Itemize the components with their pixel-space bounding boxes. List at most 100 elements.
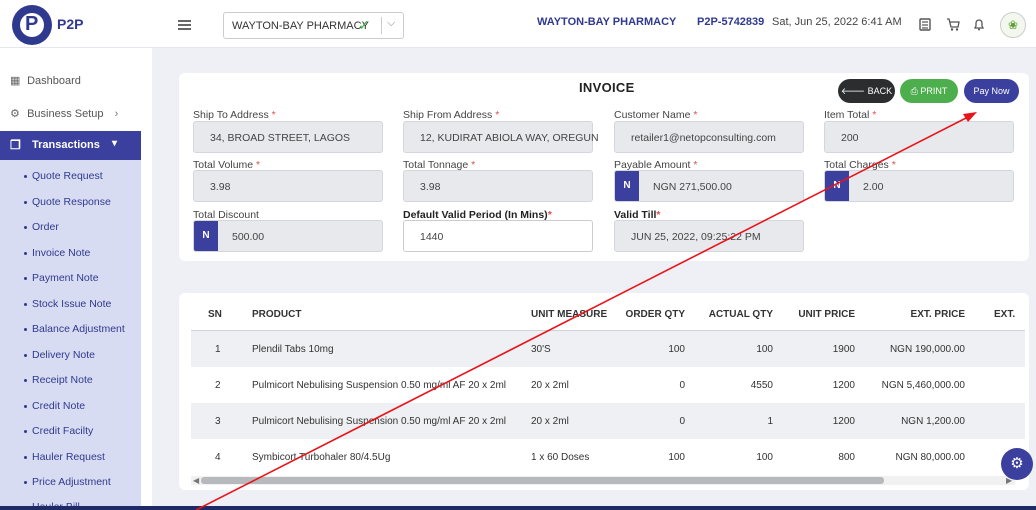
pharmacy-select[interactable]: WAYTON-BAY PHARMACY ✓ ⌵ — [223, 12, 404, 39]
ship-from-label: Ship From Address * — [403, 109, 500, 121]
cell-order-qty: 100 — [668, 344, 685, 355]
col-header-actual-qty: ACTUAL QTY — [708, 309, 773, 320]
cell-ext-price: NGN 190,000.00 — [889, 344, 965, 355]
cart-icon[interactable] — [946, 18, 960, 31]
transactions-submenu: Quote Request Quote Response Order Invoi… — [0, 160, 141, 510]
sidebar-item-label: Dashboard — [27, 75, 81, 87]
col-header-sn: SN — [208, 309, 222, 320]
total-discount-field[interactable]: N 500.00 — [193, 220, 383, 252]
invoice-card: INVOICE 🡐 BACK ⎙ PRINT Pay Now Ship To A… — [179, 73, 1029, 261]
col-header-ext-price: EXT. PRICE — [910, 309, 965, 320]
cell-sn: 3 — [215, 416, 221, 427]
table-row[interactable]: 4 Symbicort Turbohaler 80/4.5Ug 1 x 60 D… — [191, 439, 1025, 475]
customer-name-field[interactable]: retailer1@netopconsulting.com — [614, 121, 804, 153]
valid-till-field[interactable]: JUN 25, 2022, 09:25:22 PM — [614, 220, 804, 252]
cell-product: Symbicort Turbohaler 80/4.5Ug — [252, 452, 391, 463]
print-button[interactable]: ⎙ PRINT — [900, 79, 958, 103]
table-row[interactable]: 1 Plendil Tabs 10mg 30'S 100 100 1900 NG… — [191, 331, 1025, 367]
cell-unit-price: 1200 — [832, 416, 855, 427]
grid-icon: ▦ — [10, 75, 21, 87]
sidebar-subitem-quote-response[interactable]: Quote Response — [24, 196, 111, 208]
print-button-label: PRINT — [920, 86, 948, 96]
gear-icon: ⚙ — [1010, 455, 1024, 472]
cell-product: Pulmicort Nebulising Suspension 0.50 mg/… — [252, 380, 507, 391]
sidebar-subitem-stock-issue-note[interactable]: Stock Issue Note — [23, 298, 111, 310]
sidebar-subitem-quote-request[interactable]: Quote Request — [24, 170, 103, 182]
cell-unit-measure: 20 x 2ml — [531, 416, 569, 427]
cell-ext-price: NGN 80,000.00 — [895, 452, 966, 463]
avatar[interactable]: ❀ — [1000, 12, 1026, 38]
ship-to-label: Ship To Address * — [193, 109, 276, 121]
cell-product: Plendil Tabs 10mg — [252, 344, 334, 355]
sidebar-subitem-hauler-request[interactable]: Hauler Request — [24, 451, 105, 463]
cell-sn: 4 — [215, 452, 221, 463]
ship-to-field[interactable]: 34, BROAD STREET, LAGOS — [193, 121, 383, 153]
total-charges-field[interactable]: N 2.00 — [824, 170, 1014, 202]
sidebar-subitem-credit-facilty[interactable]: Credit Facilty — [23, 425, 93, 437]
cell-sn: 2 — [215, 380, 221, 391]
cell-actual-qty: 100 — [756, 452, 773, 463]
chevron-down-icon[interactable]: ⌵ — [387, 17, 395, 30]
sidebar: ▦ Dashboard ⚙ Business Setup › ❐ Transac… — [0, 48, 152, 510]
sidebar-item-business-setup[interactable]: ⚙ Business Setup › — [10, 107, 118, 120]
sidebar-subitem-credit-note[interactable]: Credit Note — [23, 400, 85, 412]
item-total-field[interactable]: 200 — [824, 121, 1014, 153]
app-logo[interactable]: P — [12, 5, 52, 45]
sidebar-item-label: Business Setup — [27, 108, 104, 120]
cell-actual-qty: 1 — [767, 416, 773, 427]
cell-unit-price: 1900 — [832, 344, 855, 355]
table-row[interactable]: 2 Pulmicort Nebulising Suspension 0.50 m… — [191, 367, 1025, 403]
sidebar-subitem-price-adjustment[interactable]: Price Adjustment — [24, 476, 111, 488]
col-header-unit-price: UNIT PRICE — [798, 309, 855, 320]
chevron-right-icon: › — [114, 108, 119, 120]
calculator-icon[interactable] — [919, 18, 931, 31]
cell-ext-price: NGN 5,460,000.00 — [881, 380, 965, 391]
total-volume-field[interactable]: 3.98 — [193, 170, 383, 202]
horizontal-scrollbar[interactable]: ◀ ▶ — [191, 476, 1015, 485]
sidebar-subitem-balance-adjustment[interactable]: Balance Adjustment — [24, 323, 125, 335]
pay-now-button[interactable]: Pay Now — [964, 79, 1019, 103]
sidebar-subitem-invoice-note[interactable]: Invoice Note — [23, 247, 90, 259]
naira-currency-badge: N — [825, 171, 849, 201]
customer-name-label: Customer Name * — [614, 109, 698, 121]
gear-icon: ⚙ — [10, 108, 20, 120]
bottom-bar — [0, 506, 1036, 510]
copy-icon: ❐ — [10, 138, 21, 152]
printer-icon: ⎙ — [910, 86, 918, 96]
col-header-order-qty: ORDER QTY — [625, 309, 685, 320]
cell-order-qty: 0 — [679, 416, 685, 427]
cell-order-qty: 100 — [668, 452, 685, 463]
sidebar-subitem-order[interactable]: Order — [24, 221, 59, 233]
scroll-left-icon[interactable]: ◀ — [193, 476, 199, 485]
cell-actual-qty: 4550 — [750, 380, 773, 391]
cell-unit-measure: 30'S — [531, 344, 551, 355]
col-header-unit-measure: UNIT MEASURE — [531, 309, 608, 320]
bell-icon[interactable] — [973, 18, 985, 31]
table-row[interactable]: 3 Pulmicort Nebulising Suspension 0.50 m… — [191, 403, 1025, 439]
scrollbar-thumb[interactable] — [201, 477, 884, 484]
valid-period-input[interactable]: 1440 — [403, 220, 593, 252]
sidebar-item-transactions[interactable]: ❐ Transactions ▾ — [0, 131, 141, 160]
sidebar-subitem-delivery-note[interactable]: Delivery Note — [23, 349, 95, 361]
ship-from-field[interactable]: 12, KUDIRAT ABIOLA WAY, OREGUN — [403, 121, 599, 153]
total-tonnage-field[interactable]: 3.98 — [403, 170, 593, 202]
cell-unit-price: 800 — [838, 452, 855, 463]
settings-fab-button[interactable]: ⚙ — [1001, 448, 1033, 480]
cell-unit-measure: 1 x 60 Doses — [531, 452, 590, 463]
sidebar-subitem-payment-note[interactable]: Payment Note — [24, 272, 99, 284]
cell-product: Pulmicort Nebulising Suspension 0.50 mg/… — [252, 416, 507, 427]
cell-order-qty: 0 — [679, 380, 685, 391]
page-title: INVOICE — [579, 80, 635, 95]
sidebar-item-dashboard[interactable]: ▦ Dashboard — [10, 74, 81, 87]
cell-sn: 1 — [215, 344, 221, 355]
check-icon: ✓ — [358, 17, 370, 33]
cell-unit-price: 1200 — [832, 380, 855, 391]
naira-currency-badge: N — [194, 221, 218, 251]
logo-text: P2P — [57, 16, 84, 32]
items-table: SN PRODUCT UNIT MEASURE ORDER QTY ACTUAL… — [179, 293, 1029, 490]
hamburger-menu-icon[interactable] — [178, 20, 191, 30]
pharmacy-select-value: WAYTON-BAY PHARMACY — [232, 20, 369, 32]
payable-amount-field[interactable]: N NGN 271,500.00 — [614, 170, 804, 202]
back-button[interactable]: 🡐 BACK — [838, 79, 895, 103]
sidebar-subitem-receipt-note[interactable]: Receipt Note — [24, 374, 93, 386]
